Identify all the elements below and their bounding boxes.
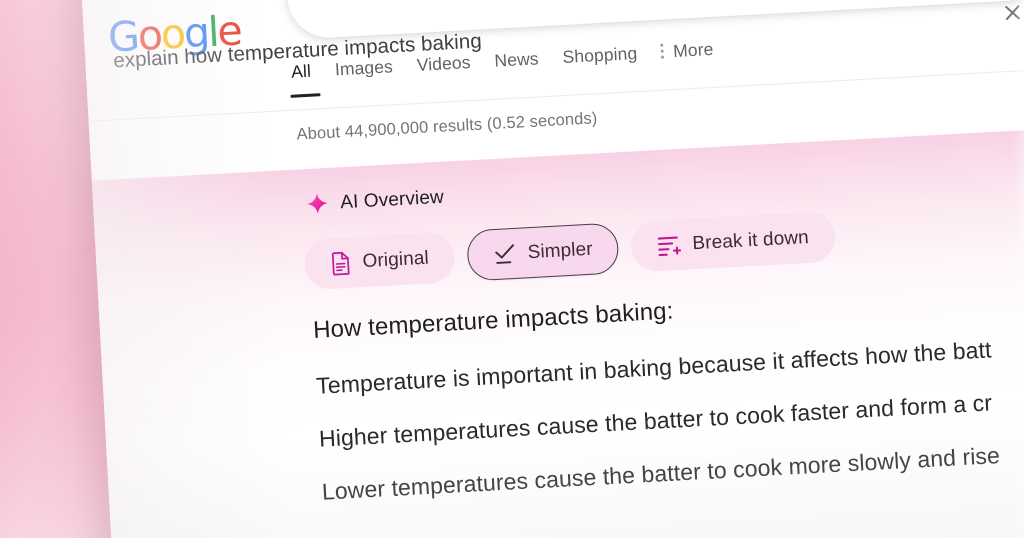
search-bar-actions [1001, 0, 1024, 25]
pill-simpler[interactable]: Simpler [466, 222, 620, 282]
pill-original[interactable]: Original [303, 231, 457, 291]
tab-more[interactable]: More [660, 38, 715, 78]
browser-card-wrapper: Google explain how temperature impacts b… [76, 0, 1024, 538]
tab-videos[interactable]: Videos [416, 51, 496, 91]
pill-simpler-label: Simpler [527, 238, 594, 263]
tab-news[interactable]: News [494, 47, 564, 87]
sparkle-icon [307, 193, 328, 214]
tab-shopping[interactable]: Shopping [562, 42, 663, 83]
close-icon[interactable] [1001, 1, 1023, 23]
pill-original-label: Original [362, 247, 430, 272]
document-icon [331, 251, 350, 275]
pill-break-it-down-label: Break it down [691, 226, 810, 254]
google-search-page: Google explain how temperature impacts b… [76, 0, 1024, 538]
tab-more-label: More [672, 38, 714, 62]
list-plus-icon [658, 235, 682, 256]
screenshot-stage: Google explain how temperature impacts b… [0, 0, 1024, 538]
tab-images[interactable]: Images [334, 55, 418, 95]
tab-all[interactable]: All [291, 59, 337, 97]
ai-overview-title: AI Overview [339, 186, 445, 214]
result-count: About 44,900,000 results (0.52 seconds) [296, 109, 598, 144]
check-line-icon [495, 243, 515, 264]
